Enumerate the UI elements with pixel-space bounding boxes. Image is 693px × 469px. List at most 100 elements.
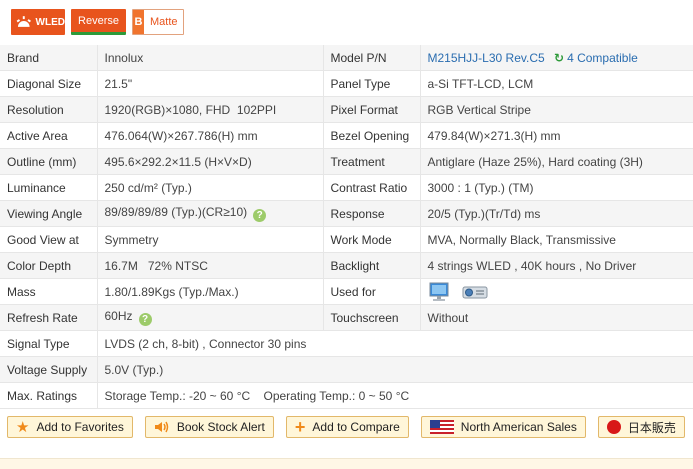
speaker-icon [154, 421, 169, 433]
resolution-value: 1920(RGB)×1080, FHD 102PPI [96, 96, 323, 123]
north-american-sales-button[interactable]: North American Sales [420, 416, 586, 438]
plus-icon: + [294, 417, 306, 437]
response-value: 20/5 (Typ.)(Tr/Td) ms [419, 200, 693, 227]
wled-badge-label: WLED [35, 16, 65, 28]
table-row: Diagonal Size 21.5" Panel Type a-Si TFT-… [0, 70, 693, 97]
spec-label: Backlight [322, 252, 420, 279]
help-icon[interactable]: ? [138, 313, 152, 326]
good-view-value: Symmetry [96, 226, 323, 253]
spec-label: Signal Type [0, 330, 97, 357]
spec-label: Outline (mm) [0, 148, 97, 175]
spec-label: Refresh Rate [0, 304, 97, 331]
table-row: Mass 1.80/1.89Kgs (Typ./Max.) Used for [0, 278, 693, 305]
japan-sales-label: 日本販売 [627, 420, 676, 435]
spec-label: Model P/N [322, 45, 420, 71]
table-row: Luminance 250 cd/m² (Typ.) Contrast Rati… [0, 174, 693, 201]
spec-label: Luminance [0, 174, 97, 201]
spec-label: Treatment [322, 148, 420, 175]
spec-label: Touchscreen [322, 304, 420, 331]
north-american-sales-label: North American Sales [460, 420, 577, 434]
spec-table: Brand Innolux Model P/N M215HJJ-L30 Rev.… [0, 45, 693, 409]
refresh-cell: 60Hz? [96, 304, 323, 331]
table-row: Voltage Supply 5.0V (Typ.) [0, 356, 693, 383]
recycle-icon: ↻ [554, 50, 565, 65]
table-row: Resolution 1920(RGB)×1080, FHD 102PPI Pi… [0, 96, 693, 123]
feature-badges: WLED Reverse B Matte [11, 9, 184, 35]
reverse-badge-label: Reverse [78, 14, 119, 27]
star-icon: ★ [16, 419, 30, 436]
table-row: Viewing Angle 89/89/89/89 (Typ.)(CR≥10)?… [0, 200, 693, 227]
viewing-cell: 89/89/89/89 (Typ.)(CR≥10)? [96, 200, 323, 227]
us-flag-icon [429, 420, 454, 434]
brand-value: Innolux [96, 45, 323, 71]
matte-badge-label: Matte [150, 16, 178, 28]
table-row: Refresh Rate 60Hz? Touchscreen Without [0, 304, 693, 331]
add-to-compare-label: Add to Compare [312, 420, 400, 434]
bulb-icon [16, 16, 31, 27]
pixel-format-value: RGB Vertical Stripe [419, 96, 693, 123]
table-row: Good View at Symmetry Work Mode MVA, Nor… [0, 226, 693, 253]
spec-label: Brand [0, 45, 97, 71]
max-ratings-value: Storage Temp.: -20 ~ 60 °C Operating Tem… [96, 382, 693, 409]
spec-label: Diagonal Size [0, 70, 97, 97]
contrast-value: 3000 : 1 (Typ.) (TM) [419, 174, 693, 201]
refresh-rate-value: 60Hz [104, 309, 133, 323]
spec-label: Work Mode [322, 226, 420, 253]
add-to-compare-button[interactable]: + Add to Compare [285, 416, 409, 438]
diagonal-value: 21.5" [96, 70, 323, 97]
spec-label: Mass [0, 278, 97, 305]
table-row: Brand Innolux Model P/N M215HJJ-L30 Rev.… [0, 45, 693, 71]
panel-type-value: a-Si TFT-LCD, LCM [419, 70, 693, 97]
work-mode-value: MVA, Normally Black, Transmissive [419, 226, 693, 253]
table-row: Signal Type LVDS (2 ch, 8-bit) , Connect… [0, 330, 693, 357]
table-row: Active Area 476.064(W)×267.786(H) mm Bez… [0, 122, 693, 149]
touchscreen-value: Without [419, 304, 693, 331]
wled-badge: WLED [11, 9, 65, 35]
footer-strip [0, 458, 693, 469]
spec-label: Response [322, 200, 420, 227]
spec-label: Good View at [0, 226, 97, 253]
action-bar: ★ Add to Favorites Book Stock Alert + Ad… [7, 416, 685, 438]
table-row: Color Depth 16.7M 72% NTSC Backlight 4 s… [0, 252, 693, 279]
active-area-value: 476.064(W)×267.786(H) mm [96, 122, 323, 149]
reverse-badge: Reverse [71, 9, 126, 35]
spec-label: Pixel Format [322, 96, 420, 123]
spec-label: Color Depth [0, 252, 97, 279]
matte-badge-letter: B [133, 10, 144, 34]
treatment-value: Antiglare (Haze 25%), Hard coating (3H) [419, 148, 693, 175]
spec-label: Used for [322, 278, 420, 305]
japan-flag-icon [606, 420, 621, 434]
compatible-label: 4 Compatible [567, 50, 638, 65]
matte-badge: B Matte [132, 9, 184, 35]
book-stock-alert-label: Book Stock Alert [176, 420, 265, 434]
outline-value: 495.6×292.2×11.5 (H×V×D) [96, 148, 323, 175]
used-for-cell [419, 278, 693, 305]
spec-label: Contrast Ratio [322, 174, 420, 201]
spec-label: Resolution [0, 96, 97, 123]
japan-sales-button[interactable]: 日本販売 [597, 416, 685, 438]
viewing-angle-value: 89/89/89/89 (Typ.)(CR≥10) [104, 205, 248, 219]
color-depth-value: 16.7M 72% NTSC [96, 252, 323, 279]
voltage-value: 5.0V (Typ.) [96, 356, 693, 383]
spec-label: Active Area [0, 122, 97, 149]
spec-label: Voltage Supply [0, 356, 97, 383]
spec-label: Viewing Angle [0, 200, 97, 227]
spec-label: Max. Ratings [0, 382, 97, 409]
spec-label: Bezel Opening [322, 122, 420, 149]
projector-icon[interactable] [461, 282, 489, 302]
backlight-value: 4 strings WLED , 40K hours , No Driver [419, 252, 693, 279]
spec-label: Panel Type [322, 70, 420, 97]
add-to-favorites-button[interactable]: ★ Add to Favorites [7, 416, 133, 438]
luminance-value: 250 cd/m² (Typ.) [96, 174, 323, 201]
model-link[interactable]: M215HJJ-L30 Rev.C5 [428, 51, 545, 65]
bezel-value: 479.84(W)×271.3(H) mm [419, 122, 693, 149]
compatible-link[interactable]: ↻ 4 Compatible [554, 51, 638, 65]
help-icon[interactable]: ? [253, 209, 267, 222]
signal-value: LVDS (2 ch, 8-bit) , Connector 30 pins [96, 330, 693, 357]
model-cell: M215HJJ-L30 Rev.C5 ↻ 4 Compatible [419, 45, 693, 71]
table-row: Max. Ratings Storage Temp.: -20 ~ 60 °C … [0, 382, 693, 409]
book-stock-alert-button[interactable]: Book Stock Alert [144, 416, 274, 438]
add-to-favorites-label: Add to Favorites [36, 420, 124, 434]
monitor-icon[interactable] [428, 281, 450, 303]
mass-value: 1.80/1.89Kgs (Typ./Max.) [96, 278, 323, 305]
